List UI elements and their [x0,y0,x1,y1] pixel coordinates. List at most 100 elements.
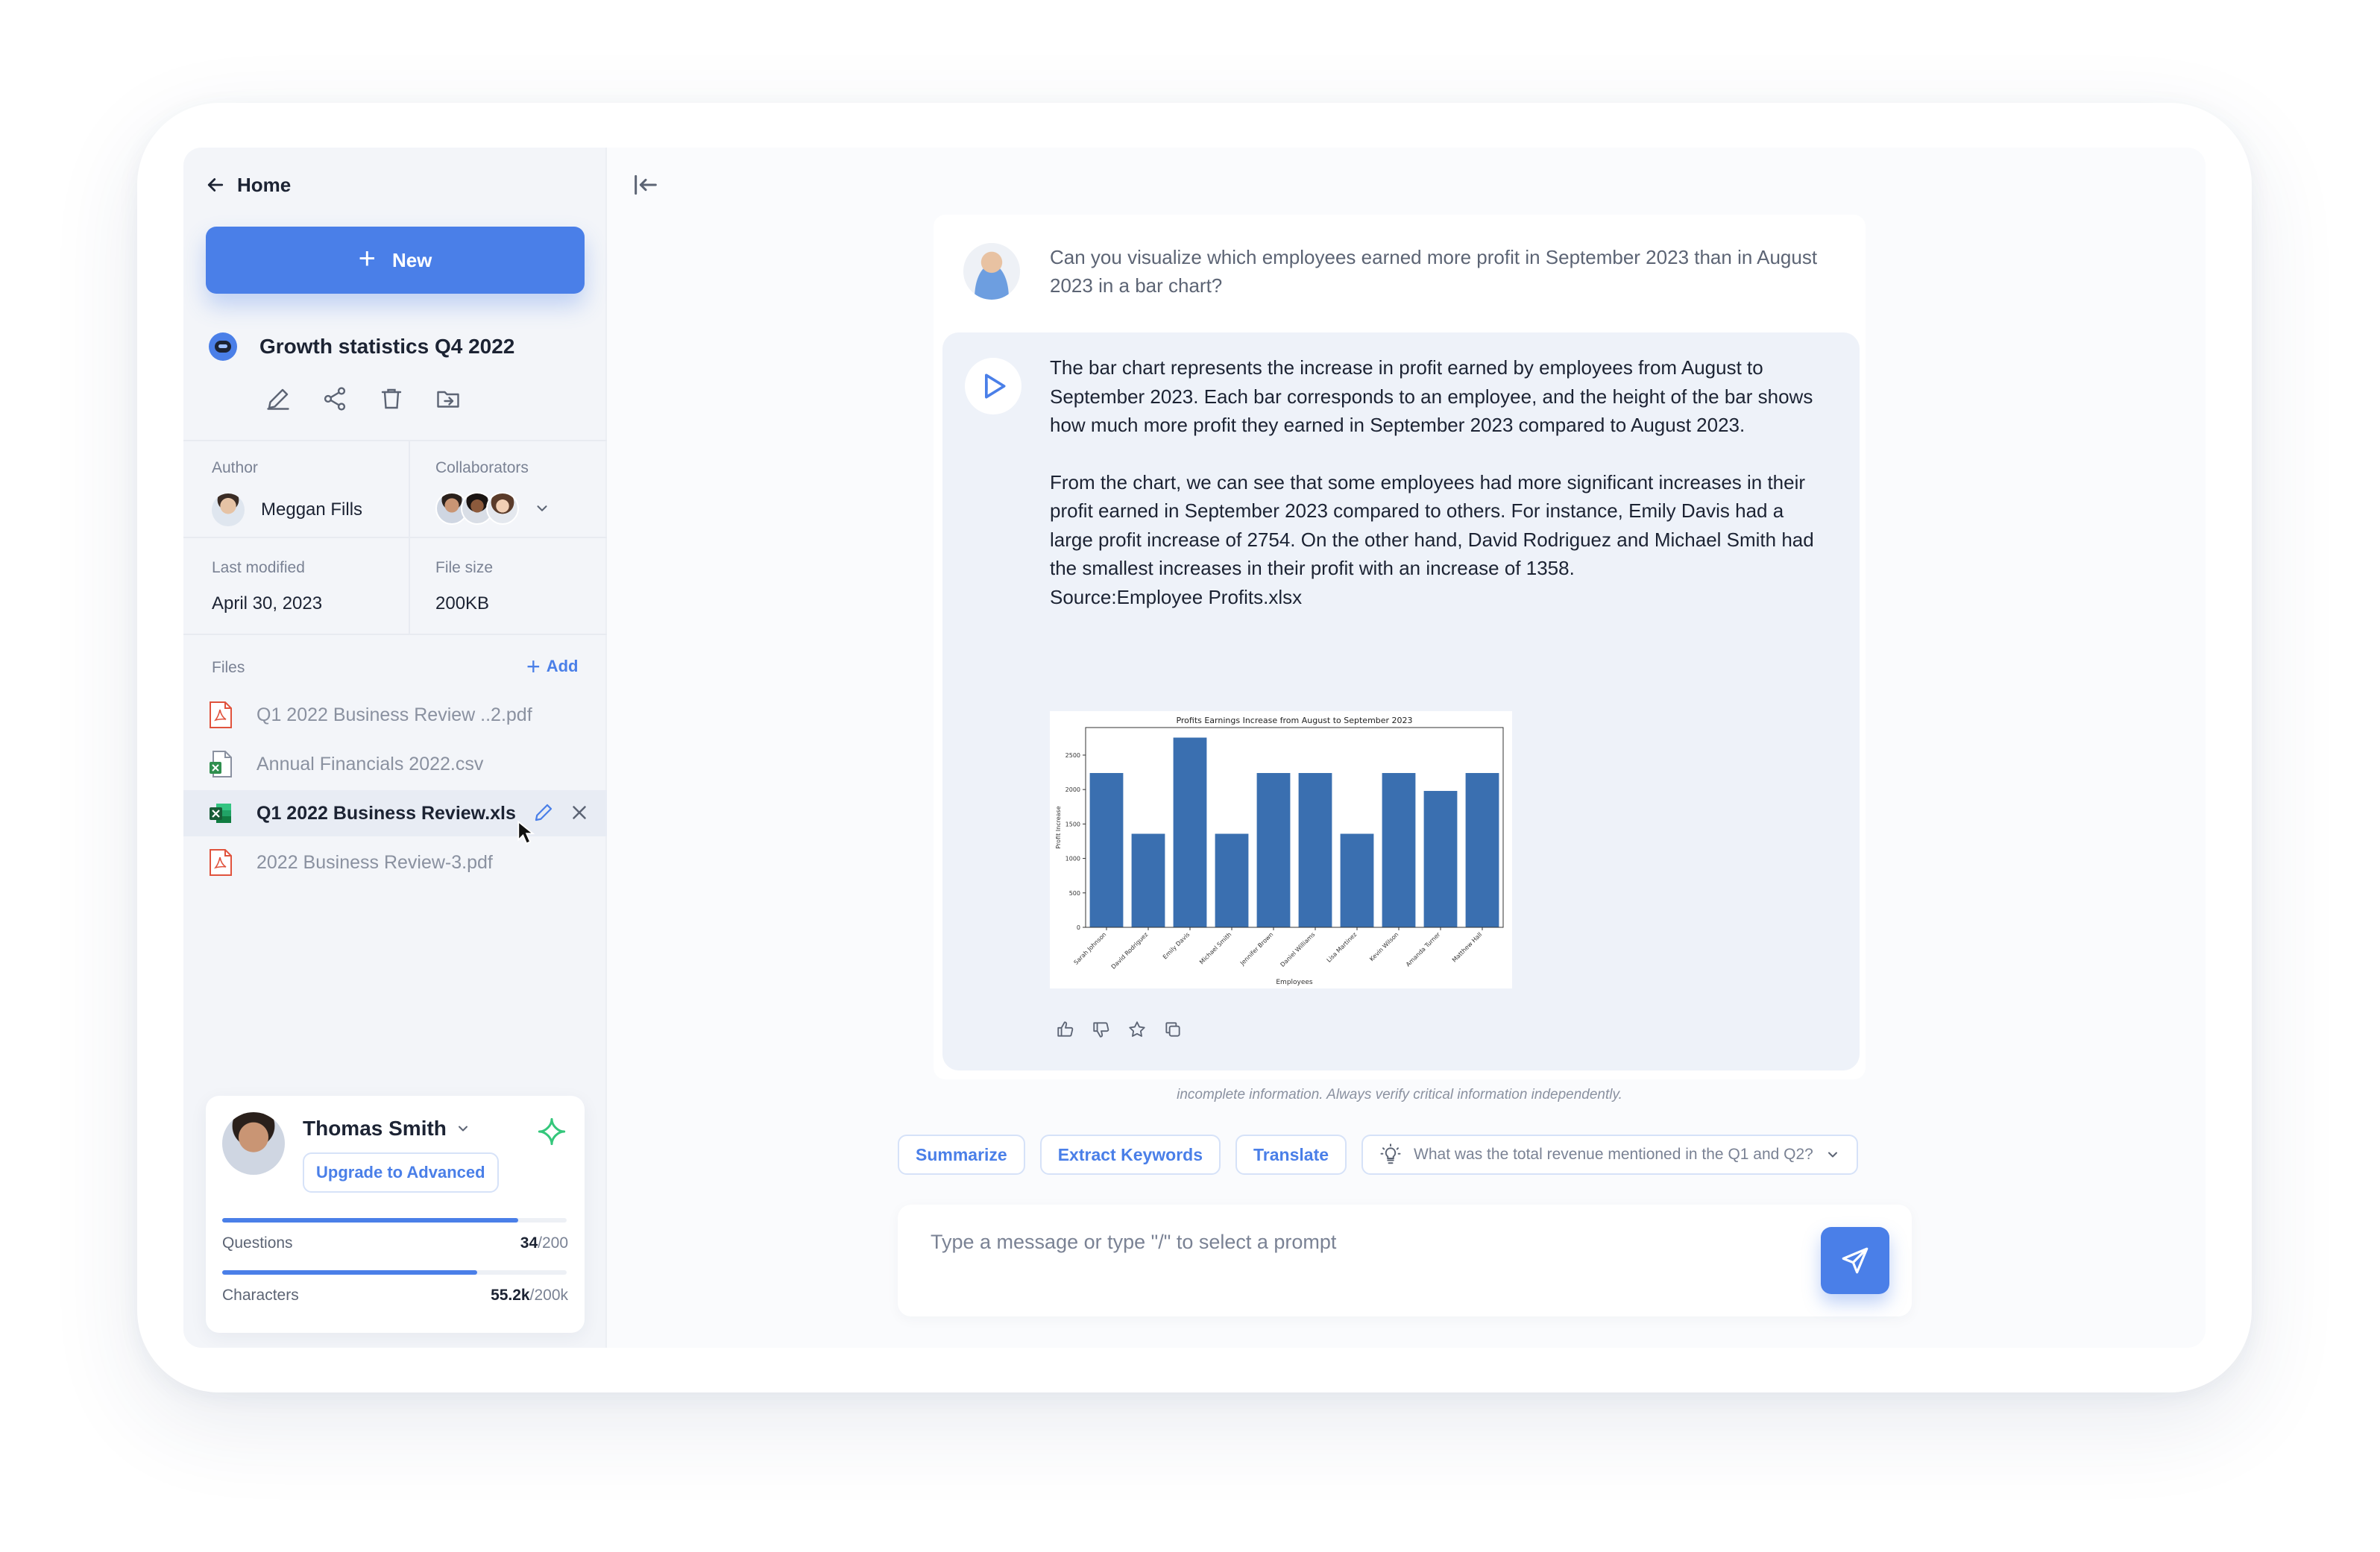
thumbs-up-icon[interactable] [1056,1020,1075,1039]
chart-bar [1089,772,1124,927]
answer-paragraph: From the chart, we can see that some emp… [1050,470,1814,580]
collapse-sidebar-icon[interactable] [631,170,661,200]
new-button[interactable]: + New [206,227,585,294]
thumbs-down-icon[interactable] [1092,1020,1111,1039]
chevron-down-icon [537,505,547,511]
file-size-label: File size [435,559,494,576]
assistant-answer: The bar chart represents the increase in… [942,332,1860,1070]
message-input[interactable] [931,1227,1788,1257]
x-tick-label: Kevin Wilson [1368,931,1400,962]
chart-bar [1298,772,1332,927]
chart-title: Profits Earnings Increase from August to… [1176,716,1412,725]
questions-total: /200 [538,1234,568,1252]
author-label: Author [212,459,258,476]
delete-button[interactable] [376,383,407,414]
last-modified-label: Last modified [212,559,305,576]
chart-bar [1173,737,1207,927]
collaborators-label: Collaborators [435,459,529,476]
pencil-icon[interactable] [532,801,555,824]
questions-used: 34 [520,1234,538,1252]
questions-progress [222,1218,567,1223]
file-item-active[interactable]: Q1 2022 Business Review.xls [183,790,607,845]
translate-chip[interactable]: Translate [1235,1135,1347,1175]
user-name: Thomas Smith [303,1117,447,1140]
characters-progress [222,1270,567,1275]
send-icon [1842,1247,1869,1274]
characters-label: Characters [222,1287,299,1304]
bot-icon [209,332,237,361]
excel-file-icon [210,804,231,823]
star-icon[interactable] [1127,1020,1147,1039]
questions-label: Questions [222,1234,293,1252]
questions-count: 34/200 [520,1234,568,1252]
summarize-chip[interactable]: Summarize [898,1135,1025,1175]
prompt-chips: Summarize Extract Keywords Translate Wha… [898,1135,1858,1175]
file-name: 2022 Business Review-3.pdf [256,851,493,873]
characters-progress-fill [222,1270,477,1275]
y-tick-label: 500 [1069,890,1080,897]
suggested-question-chip[interactable]: What was the total revenue mentioned in … [1361,1135,1858,1175]
message-composer [898,1205,1912,1316]
chart-bar [1256,772,1291,927]
user-avatar[interactable] [222,1112,285,1175]
file-item[interactable]: Q1 2022 Business Review ..2.pdf [183,692,607,738]
file-name: Q1 2022 Business Review.xls [256,802,516,824]
csv-file-icon [210,751,232,777]
plus-icon: + [358,242,376,275]
send-button[interactable] [1821,1227,1889,1294]
user-message-avatar [963,243,1020,300]
file-name: Q1 2022 Business Review ..2.pdf [256,704,532,725]
device-frame: Home + New Growth statistics Q4 2022 Aut… [137,103,2252,1392]
feedback-actions [1056,1020,1183,1039]
copy-icon[interactable] [1163,1020,1183,1039]
add-file-button[interactable]: + Add [526,654,578,678]
x-tick-label: Sarah Johnson [1073,931,1108,966]
sparkle-icon[interactable] [537,1117,567,1146]
chart-bar [1340,833,1374,927]
x-axis-label: Employees [1276,979,1313,986]
folder-move-icon [437,391,459,408]
upgrade-button[interactable]: Upgrade to Advanced [303,1152,499,1193]
author-name: Meggan Fills [261,499,363,520]
file-actions [532,801,591,824]
y-axis-label: Profit Increase [1055,806,1062,848]
file-size-value: 200KB [435,593,490,613]
move-button[interactable] [432,383,464,414]
home-label: Home [237,173,292,196]
app-window: Home + New Growth statistics Q4 2022 Aut… [183,148,2206,1348]
y-tick-label: 1000 [1065,856,1080,862]
bar-chart-svg: Profits Earnings Increase from August to… [1055,716,1504,986]
y-tick-label: 1500 [1065,821,1080,827]
file-item[interactable]: Annual Financials 2022.csv [183,741,607,787]
chart-bar [1382,772,1416,927]
home-link[interactable]: Home [204,170,291,200]
x-tick-label: Michael Smith [1198,931,1232,965]
answer-paragraph: The bar chart represents the increase in… [1050,356,1813,436]
extract-keywords-chip[interactable]: Extract Keywords [1039,1135,1221,1175]
document-meta: Author Meggan Fills Collaborators Last m… [183,440,607,635]
share-button[interactable] [319,383,350,414]
chevron-down-icon [458,1126,468,1132]
user-card: Thomas Smith Upgrade to Advanced Questio… [206,1096,585,1333]
plus-icon: + [526,653,541,680]
answer-source: Source:Employee Profits.xlsx [1050,585,1303,608]
file-item[interactable]: 2022 Business Review-3.pdf [183,839,607,886]
user-question: Can you visualize which employees earned… [1050,246,1818,297]
pdf-file-icon [210,849,232,876]
x-tick-label: Amanda Turner [1405,931,1442,968]
edit-button[interactable] [262,383,294,414]
pencil-icon [267,388,289,410]
characters-count: 55.2k/200k [491,1287,568,1305]
lightbulb-icon [1380,1144,1401,1164]
document-title: Growth statistics Q4 2022 [259,335,515,358]
disclaimer: incomplete information. Always verify cr… [1177,1087,1622,1103]
suggested-question: What was the total revenue mentioned in … [1414,1146,1813,1163]
user-menu[interactable]: Thomas Smith [303,1117,470,1141]
chart-bar [1423,791,1458,927]
collaborators-list[interactable] [435,492,550,525]
author-avatar [212,493,245,526]
trash-icon [381,388,402,409]
close-icon[interactable] [568,801,591,824]
chat-area: Can you visualize which employees earned… [607,148,2206,1348]
document-header: Growth statistics Q4 2022 [209,332,514,361]
